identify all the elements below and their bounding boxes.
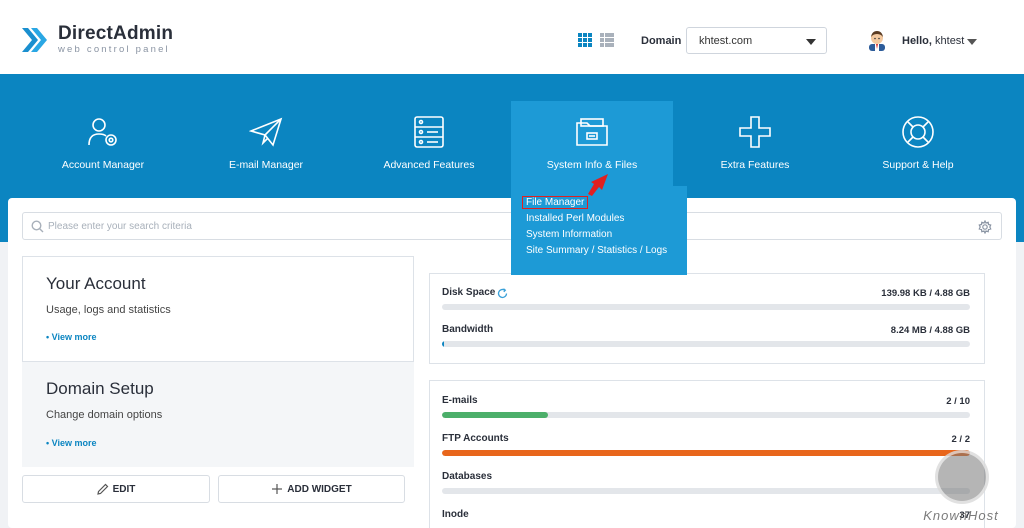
- disk-space-label: Disk Space: [442, 287, 496, 298]
- menu-item-perl-modules[interactable]: Installed Perl Modules: [526, 213, 624, 224]
- databases-label: Databases: [442, 471, 493, 482]
- disk-space-bar: [442, 304, 970, 310]
- plus-small-icon: [272, 484, 283, 494]
- menu-item-file-manager[interactable]: File Manager: [521, 196, 589, 209]
- nav-email-manager[interactable]: E-mail Manager: [185, 101, 347, 186]
- ftp-accounts-bar: [442, 450, 970, 456]
- bandwidth-label: Bandwidth: [442, 324, 494, 335]
- databases-bar: [442, 488, 970, 494]
- nav-label: System Info & Files: [546, 159, 638, 171]
- menu-item-system-information[interactable]: System Information: [526, 229, 612, 240]
- folder-icon: [576, 118, 608, 146]
- logo-chevron-icon: [22, 28, 47, 52]
- refresh-icon[interactable]: [497, 288, 508, 299]
- edit-button[interactable]: EDIT: [22, 475, 210, 503]
- top-header: DirectAdmin web control panel Domain kht…: [0, 0, 1024, 74]
- brand-name: DirectAdmin: [58, 23, 174, 44]
- nav-advanced-features[interactable]: Advanced Features: [348, 101, 510, 186]
- domain-select[interactable]: khtest.com: [686, 27, 827, 54]
- your-account-view-more-link[interactable]: • View more: [46, 332, 97, 342]
- greeting-prefix: Hello,: [902, 35, 932, 47]
- lifebuoy-icon: [902, 116, 934, 148]
- domain-setup-view-more-link[interactable]: • View more: [46, 438, 97, 448]
- user-avatar[interactable]: [866, 29, 888, 51]
- nav-account-manager[interactable]: Account Manager: [22, 101, 184, 186]
- watermark-text: KnownHost: [923, 508, 999, 523]
- directadmin-logo[interactable]: DirectAdmin web control panel: [22, 24, 173, 56]
- nav-label: E-mail Manager: [228, 159, 304, 171]
- paper-plane-icon: [249, 117, 283, 147]
- inode-label: Inode: [442, 509, 469, 520]
- bandwidth-bar: [442, 341, 970, 347]
- grid-view-icon[interactable]: [578, 33, 592, 47]
- user-greeting[interactable]: Hello, khtest: [902, 35, 964, 47]
- gear-icon[interactable]: [978, 220, 992, 234]
- list-view-icon[interactable]: [600, 33, 614, 47]
- nav-support-help[interactable]: Support & Help: [837, 101, 999, 186]
- domain-select-value: khtest.com: [699, 35, 753, 47]
- edit-label: EDIT: [112, 483, 136, 495]
- server-icon: [414, 116, 444, 148]
- search-placeholder: Please enter your search criteria: [48, 221, 192, 232]
- domain-setup-title: Domain Setup: [46, 379, 154, 398]
- nav-label: Support & Help: [882, 159, 954, 171]
- usage-stats-card: [429, 273, 985, 364]
- red-pointer-arrow-icon: [588, 174, 608, 196]
- ftp-accounts-value: 2 / 2: [951, 434, 971, 445]
- emails-label: E-mails: [442, 395, 478, 406]
- disk-space-value: 139.98 KB / 4.88 GB: [881, 288, 970, 299]
- username: khtest: [935, 35, 965, 47]
- nav-label: Advanced Features: [383, 159, 475, 171]
- plus-icon: [739, 116, 771, 148]
- add-widget-button[interactable]: ADD WIDGET: [218, 475, 405, 503]
- domain-setup-subtitle: Change domain options: [46, 409, 163, 421]
- system-info-dropdown-menu: File Manager Installed Perl Modules Syst…: [511, 186, 687, 275]
- chevron-down-icon: [806, 39, 816, 45]
- your-account-title: Your Account: [46, 274, 146, 293]
- emails-bar: [442, 412, 970, 418]
- brand-tagline: web control panel: [58, 44, 170, 55]
- search-icon: [31, 220, 44, 233]
- domain-label: Domain: [641, 35, 682, 47]
- watermark-logo-icon: [935, 450, 989, 504]
- nav-label: Account Manager: [61, 159, 145, 171]
- pencil-icon: [96, 483, 108, 495]
- menu-item-site-summary[interactable]: Site Summary / Statistics / Logs: [526, 245, 667, 256]
- account-icon: [88, 118, 117, 146]
- ftp-accounts-label: FTP Accounts: [442, 433, 509, 444]
- knownhost-watermark: KnownHost: [905, 450, 1017, 528]
- add-widget-label: ADD WIDGET: [287, 483, 352, 495]
- your-account-subtitle: Usage, logs and statistics: [46, 304, 171, 316]
- user-menu-caret-icon[interactable]: [967, 39, 977, 45]
- nav-extra-features[interactable]: Extra Features: [674, 101, 836, 186]
- nav-label: Extra Features: [720, 159, 790, 171]
- bandwidth-value: 8.24 MB / 4.88 GB: [890, 325, 970, 336]
- emails-value: 2 / 10: [946, 396, 970, 407]
